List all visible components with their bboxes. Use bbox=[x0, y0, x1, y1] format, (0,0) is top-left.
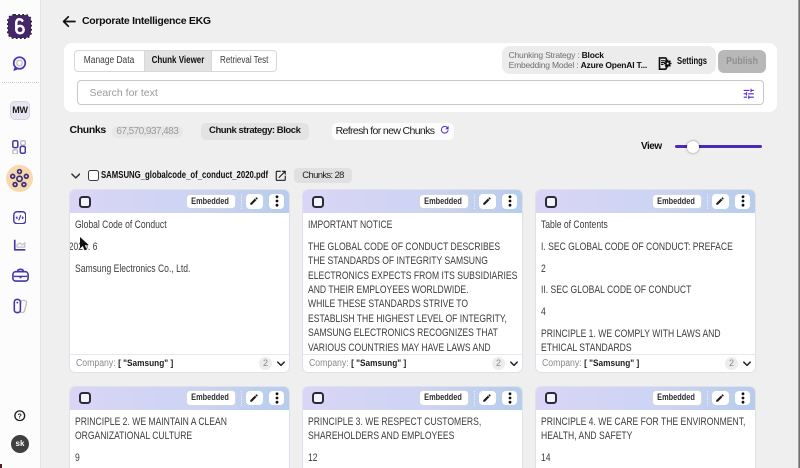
svg-text:?: ? bbox=[18, 412, 22, 420]
